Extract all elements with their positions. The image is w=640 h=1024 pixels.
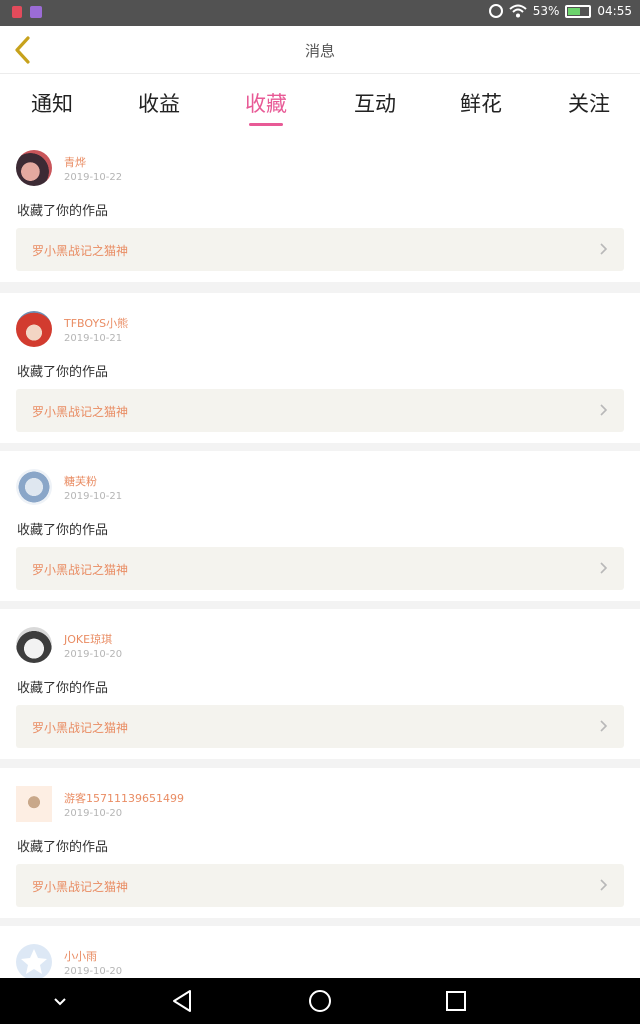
avatar[interactable] bbox=[16, 469, 52, 505]
tab-interactions[interactable]: 互动 bbox=[330, 74, 420, 132]
user-name[interactable]: 游客15711139651499 bbox=[64, 790, 184, 806]
work-link[interactable]: 罗小黑战记之猫神 bbox=[16, 228, 624, 271]
list-item: 小小雨 2019-10-20 bbox=[0, 926, 640, 986]
user-name[interactable]: 糖芙粉 bbox=[64, 473, 97, 489]
avatar[interactable] bbox=[16, 150, 52, 186]
work-title: 罗小黑战记之猫神 bbox=[32, 563, 129, 577]
tab-notifications[interactable]: 通知 bbox=[7, 74, 97, 132]
top-header: 消息 bbox=[0, 26, 640, 74]
list-item: JOKE琼琪 2019-10-20 收藏了你的作品 罗小黑战记之猫神 bbox=[0, 609, 640, 759]
status-bar: 53% 04:55 bbox=[0, 0, 640, 26]
work-link[interactable]: 罗小黑战记之猫神 bbox=[16, 389, 624, 432]
item-date: 2019-10-20 bbox=[64, 808, 123, 819]
recents-square-icon[interactable] bbox=[441, 986, 471, 1016]
app-notification-icon-2 bbox=[30, 6, 42, 18]
chevron-down-icon[interactable] bbox=[45, 986, 75, 1016]
battery-percent: 53% bbox=[532, 4, 560, 18]
battery-icon bbox=[565, 4, 592, 18]
home-circle-icon[interactable] bbox=[305, 986, 335, 1016]
tab-favorites[interactable]: 收藏 bbox=[221, 74, 311, 132]
user-name[interactable]: 青烨 bbox=[64, 154, 86, 170]
avatar[interactable] bbox=[16, 627, 52, 663]
chevron-right-icon bbox=[600, 243, 608, 255]
work-link[interactable]: 罗小黑战记之猫神 bbox=[16, 705, 624, 748]
default-avatar-icon bbox=[21, 949, 47, 974]
action-text: 收藏了你的作品 bbox=[17, 523, 109, 538]
action-text: 收藏了你的作品 bbox=[17, 204, 109, 219]
active-tab-indicator bbox=[249, 123, 283, 126]
work-link[interactable]: 罗小黑战记之猫神 bbox=[16, 864, 624, 907]
work-link[interactable]: 罗小黑战记之猫神 bbox=[16, 547, 624, 590]
work-title: 罗小黑战记之猫神 bbox=[32, 244, 129, 258]
back-triangle-icon[interactable] bbox=[168, 986, 198, 1016]
item-date: 2019-10-22 bbox=[64, 172, 123, 183]
system-nav-bar bbox=[0, 978, 640, 1024]
work-title: 罗小黑战记之猫神 bbox=[32, 721, 129, 735]
list-item: 青烨 2019-10-22 收藏了你的作品 罗小黑战记之猫神 bbox=[0, 132, 640, 282]
item-date: 2019-10-20 bbox=[64, 966, 123, 977]
list-item: TFBOYS小熊 2019-10-21 收藏了你的作品 罗小黑战记之猫神 bbox=[0, 293, 640, 443]
tab-label: 互动 bbox=[354, 92, 396, 116]
alarm-icon bbox=[488, 4, 503, 18]
tab-following[interactable]: 关注 bbox=[544, 74, 634, 132]
list-item: 游客15711139651499 2019-10-20 收藏了你的作品 罗小黑战… bbox=[0, 768, 640, 918]
wifi-icon bbox=[509, 4, 527, 18]
chevron-right-icon bbox=[600, 562, 608, 574]
avatar[interactable] bbox=[16, 311, 52, 347]
action-text: 收藏了你的作品 bbox=[17, 681, 109, 696]
battery-level bbox=[568, 7, 581, 15]
page-title: 消息 bbox=[304, 42, 335, 60]
tab-label: 收藏 bbox=[245, 92, 287, 116]
clock: 04:55 bbox=[597, 4, 632, 18]
item-date: 2019-10-21 bbox=[64, 333, 123, 344]
tab-label: 鲜花 bbox=[460, 92, 502, 116]
work-title: 罗小黑战记之猫神 bbox=[32, 880, 129, 894]
tab-label: 关注 bbox=[568, 92, 610, 116]
chevron-right-icon bbox=[600, 720, 608, 732]
work-title: 罗小黑战记之猫神 bbox=[32, 405, 129, 419]
action-text: 收藏了你的作品 bbox=[17, 840, 109, 855]
tab-flowers[interactable]: 鲜花 bbox=[436, 74, 526, 132]
tab-label: 收益 bbox=[138, 92, 180, 116]
list-item: 糖芙粉 2019-10-21 收藏了你的作品 罗小黑战记之猫神 bbox=[0, 451, 640, 601]
tab-earnings[interactable]: 收益 bbox=[114, 74, 204, 132]
action-text: 收藏了你的作品 bbox=[17, 365, 109, 380]
user-name[interactable]: 小小雨 bbox=[64, 948, 97, 964]
item-date: 2019-10-21 bbox=[64, 491, 123, 502]
item-date: 2019-10-20 bbox=[64, 649, 123, 660]
user-name[interactable]: JOKE琼琪 bbox=[64, 631, 112, 647]
user-name[interactable]: TFBOYS小熊 bbox=[64, 315, 128, 331]
chevron-right-icon bbox=[600, 404, 608, 416]
app-notification-icon bbox=[12, 6, 22, 18]
chevron-right-icon bbox=[600, 879, 608, 891]
tab-label: 通知 bbox=[31, 92, 73, 116]
message-tabs: 通知 收益 收藏 互动 鲜花 关注 bbox=[0, 74, 640, 132]
avatar[interactable] bbox=[16, 786, 52, 822]
avatar[interactable] bbox=[16, 944, 52, 980]
